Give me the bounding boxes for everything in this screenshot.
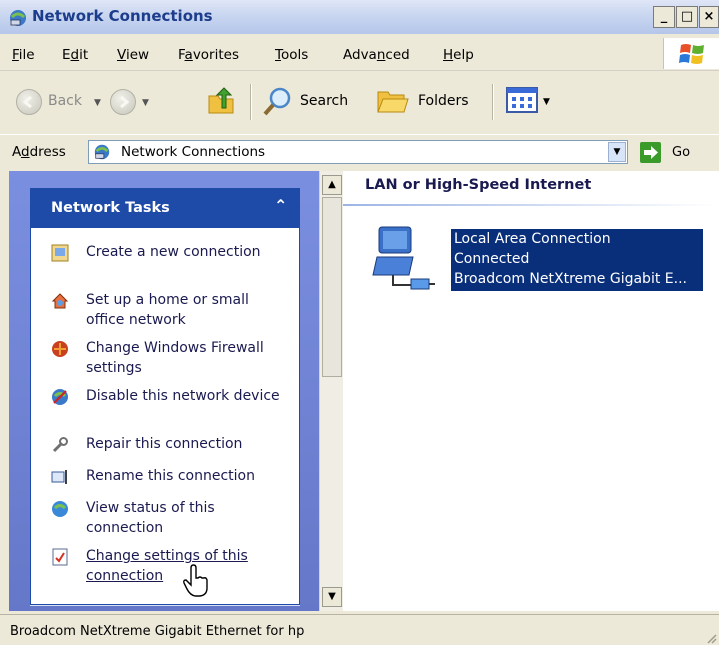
toolbar-separator (492, 84, 494, 120)
menu-advanced[interactable]: Advanced (343, 47, 410, 63)
menu-favorites[interactable]: Favorites (178, 47, 239, 63)
close-button[interactable]: × (699, 6, 719, 28)
address-value: Network Connections (121, 144, 266, 160)
connection-status: Connected (454, 251, 530, 267)
network-tasks-header[interactable]: Network Tasks ⌃ (30, 188, 300, 228)
search-icon[interactable] (262, 85, 294, 117)
task-change-firewall-settings[interactable]: Change Windows Firewall settings (51, 338, 291, 378)
task-label: Rename this connection (86, 468, 255, 484)
network-tasks-title: Network Tasks (51, 200, 170, 216)
address-input[interactable]: Network Connections ▼ (88, 140, 628, 164)
address-label: Address (12, 144, 66, 160)
task-create-new-connection[interactable]: Create a new connection (51, 242, 291, 282)
windows-logo (663, 38, 719, 69)
menu-edit[interactable]: Edit (62, 47, 88, 63)
task-label: Repair this connection (86, 436, 243, 452)
task-pane: Network Tasks ⌃ Create a new connection … (9, 171, 319, 611)
task-view-status[interactable]: View status of this connection (51, 498, 291, 538)
views-dropdown-icon[interactable]: ▼ (543, 97, 550, 107)
connection-name: Local Area Connection (454, 231, 611, 247)
task-label: View status of this connection (86, 500, 215, 536)
back-button[interactable] (16, 89, 42, 115)
new-connection-icon (51, 244, 69, 262)
folders-icon[interactable] (376, 86, 410, 116)
disable-device-icon (52, 389, 68, 405)
repair-icon (52, 437, 68, 453)
task-repair-connection[interactable]: Repair this connection (51, 434, 291, 456)
task-list: Create a new connection Set up a home or… (30, 228, 300, 605)
back-arrow-icon (22, 95, 32, 109)
task-label: Disable this network device (86, 388, 280, 404)
back-label[interactable]: Back (48, 93, 82, 109)
minimize-button[interactable]: _ (653, 6, 675, 28)
group-header: LAN or High-Speed Internet (365, 177, 592, 193)
toolbar: Back ▼ ▼ Search Folders ▼ (0, 72, 719, 132)
network-connections-icon (10, 10, 26, 26)
search-button[interactable]: Search (300, 93, 348, 109)
title-bar[interactable]: Network Connections _ □ × (0, 0, 719, 34)
firewall-icon (52, 341, 68, 357)
go-button[interactable]: Go (672, 145, 690, 160)
vertical-scrollbar[interactable]: ▲ ▼ (319, 171, 344, 611)
menu-tools[interactable]: Tools (275, 47, 308, 63)
connections-view: LAN or High-Speed Internet Local Area Co… (343, 171, 719, 611)
scroll-up-button[interactable]: ▲ (322, 175, 342, 195)
status-text: Broadcom NetXtreme Gigabit Ethernet for … (10, 624, 305, 639)
address-bar: Address Network Connections ▼ Go (0, 134, 719, 169)
menu-file[interactable]: File (12, 47, 35, 63)
scroll-thumb[interactable] (322, 197, 342, 377)
task-change-settings[interactable]: Change settings of this connection (51, 546, 291, 588)
task-label: Create a new connection (86, 244, 261, 260)
status-icon (52, 501, 68, 517)
task-label: Set up a home or small office network (86, 292, 249, 328)
network-connections-window: Network Connections _ □ × File Edit View… (0, 0, 719, 645)
resize-grip-icon[interactable] (705, 632, 717, 644)
toolbar-separator (250, 84, 252, 120)
menu-view[interactable]: View (117, 47, 149, 63)
settings-icon (52, 548, 68, 566)
connection-device: Broadcom NetXtreme Gigabit E... (454, 271, 687, 287)
collapse-chevron-icon[interactable]: ⌃ (274, 196, 287, 215)
hand-cursor-icon (183, 564, 208, 597)
address-dropdown-button[interactable]: ▼ (608, 142, 626, 162)
forward-dropdown-icon[interactable]: ▼ (142, 98, 149, 108)
task-label: Change Windows Firewall settings (86, 340, 264, 376)
window-title: Network Connections (32, 7, 213, 25)
lan-connection-icon[interactable] (369, 223, 435, 295)
menu-bar: File Edit View Favorites Tools Advanced … (0, 38, 719, 71)
task-setup-home-network[interactable]: Set up a home or small office network (51, 290, 291, 330)
scroll-down-button[interactable]: ▼ (322, 587, 342, 607)
back-dropdown-icon[interactable]: ▼ (94, 98, 101, 108)
rename-icon (51, 470, 67, 484)
network-tasks-panel: Network Tasks ⌃ Create a new connection … (30, 188, 300, 606)
forward-arrow-icon (120, 95, 130, 109)
folders-button[interactable]: Folders (418, 93, 469, 109)
views-icon[interactable] (506, 87, 538, 113)
home-network-icon (51, 293, 69, 309)
forward-button[interactable] (110, 89, 136, 115)
status-bar: Broadcom NetXtreme Gigabit Ethernet for … (0, 614, 719, 645)
task-rename-connection[interactable]: Rename this connection (51, 466, 291, 488)
go-arrow-icon[interactable] (640, 142, 661, 163)
local-area-connection-item[interactable]: Local Area Connection Connected Broadcom… (451, 229, 703, 291)
group-divider (343, 204, 719, 206)
menu-help[interactable]: Help (443, 47, 474, 63)
network-connections-icon (94, 144, 110, 160)
maximize-button[interactable]: □ (676, 6, 698, 28)
task-disable-network-device[interactable]: Disable this network device (51, 386, 291, 426)
up-folder-icon[interactable] (206, 86, 236, 116)
